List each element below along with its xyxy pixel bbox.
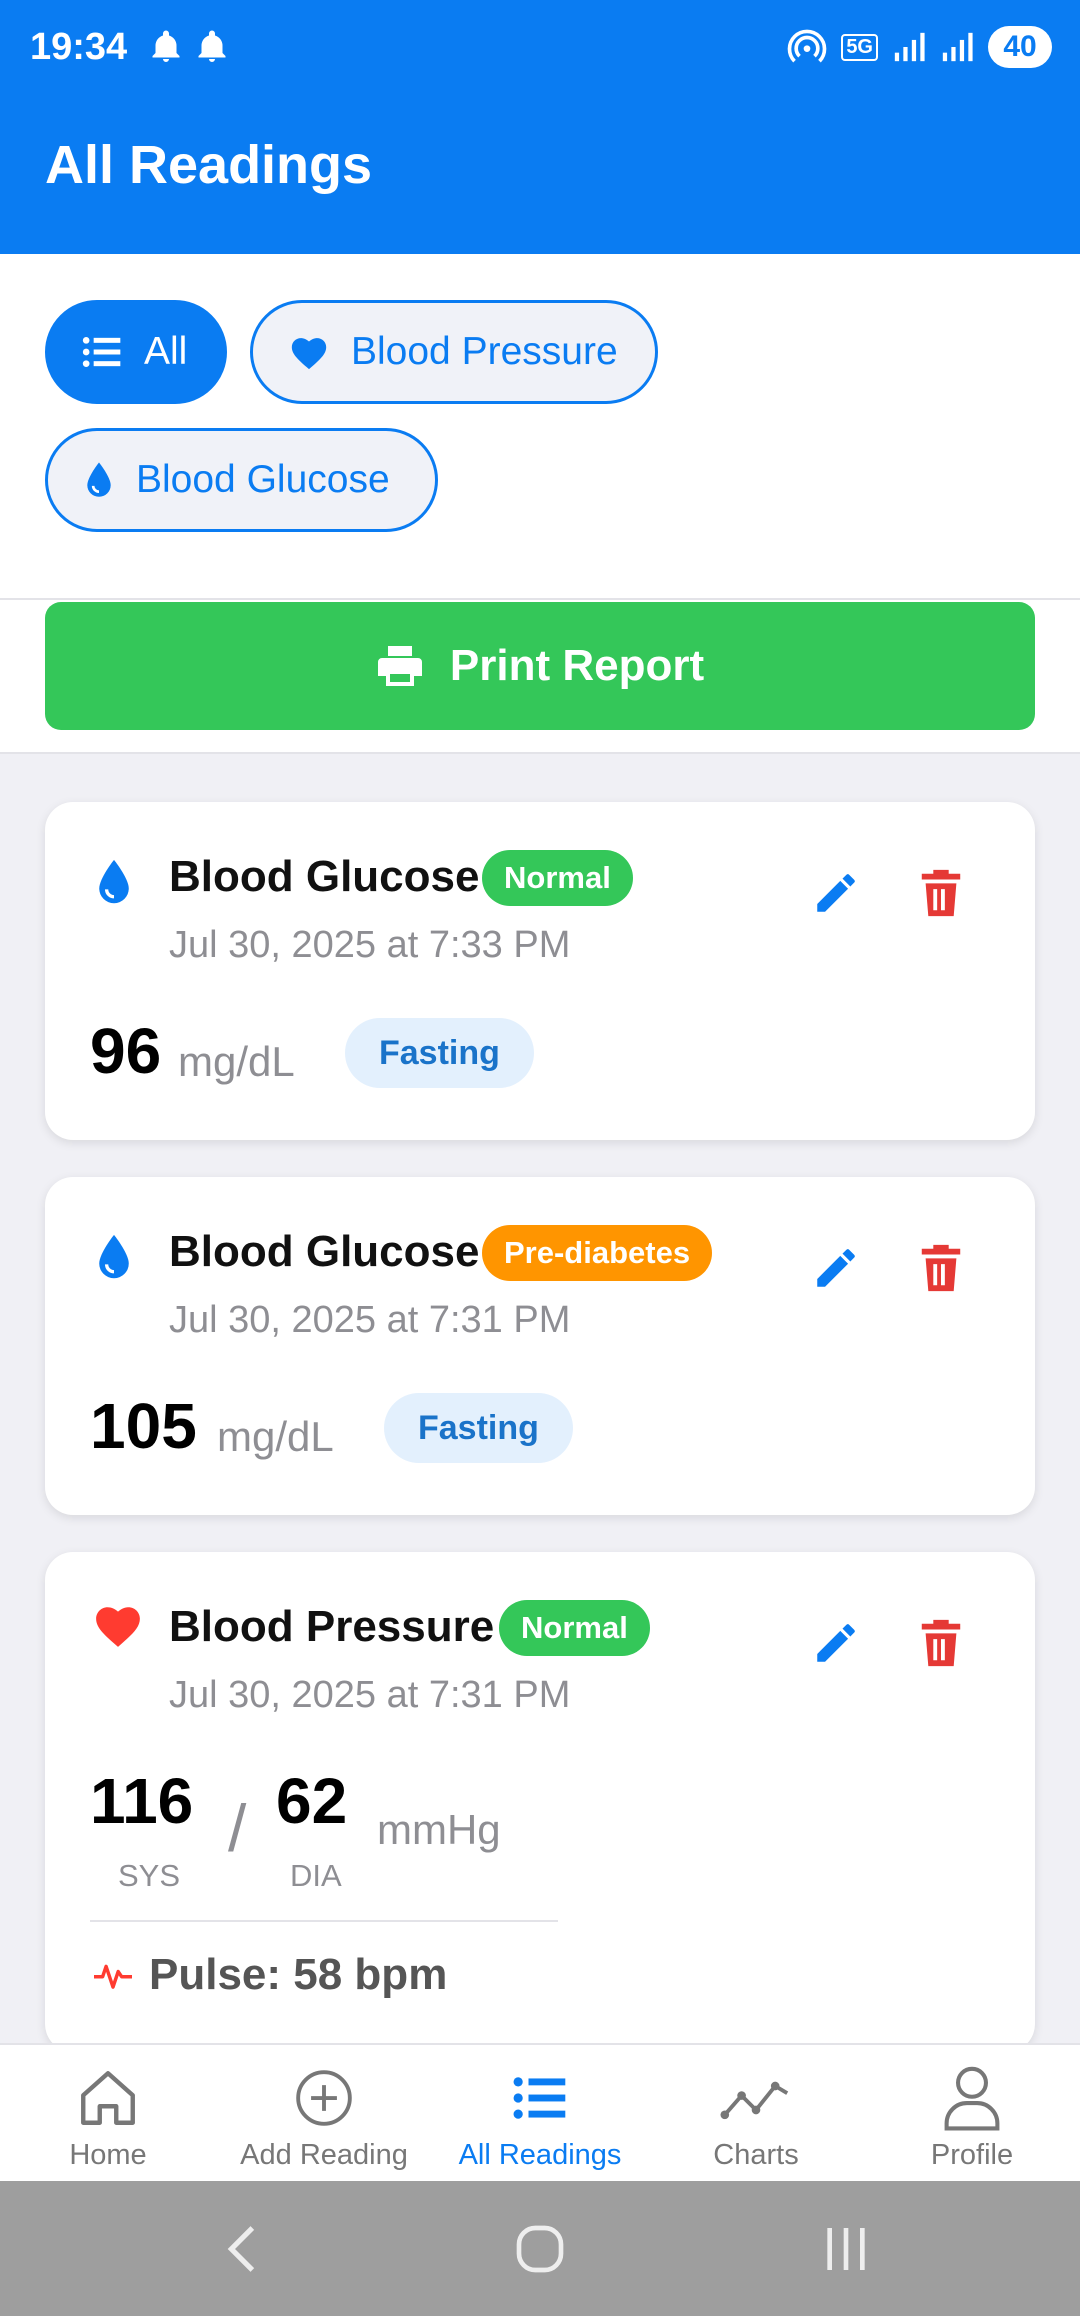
nav-label: Profile xyxy=(930,2139,1014,2171)
status-badge: Normal xyxy=(499,1600,650,1656)
list-icon xyxy=(82,337,121,367)
drop-icon xyxy=(99,859,129,904)
edit-icon[interactable] xyxy=(811,1618,861,1668)
person-icon xyxy=(944,2066,1000,2131)
nav-label: Home xyxy=(69,2139,147,2171)
filter-chip-blood-glucose[interactable]: Blood Glucose xyxy=(45,428,438,532)
reading-date: Jul 30, 2025 at 7:33 PM xyxy=(169,924,571,966)
drop-icon xyxy=(99,1234,129,1279)
reading-date: Jul 30, 2025 at 7:31 PM xyxy=(169,1674,571,1716)
filter-chip-label: Blood Pressure xyxy=(351,330,618,373)
reading-type: Blood Pressure xyxy=(169,1602,495,1651)
home-circle-icon[interactable] xyxy=(512,2221,568,2277)
reading-unit: mmHg xyxy=(377,1806,501,1853)
edit-icon[interactable] xyxy=(811,1243,861,1293)
systolic-label: SYS xyxy=(118,1858,181,1893)
nav-item-profile[interactable]: Profile xyxy=(864,2045,1080,2183)
filter-chip-all[interactable]: All xyxy=(45,300,227,404)
page-title: All Readings xyxy=(45,135,373,195)
system-nav-bar xyxy=(0,2181,1080,2316)
heart-icon xyxy=(96,1607,140,1647)
network-type: 5G xyxy=(841,33,878,61)
reading-value: 96 xyxy=(90,1015,162,1087)
nav-item-home[interactable]: Home xyxy=(0,2045,216,2183)
systolic-value: 116 xyxy=(90,1765,194,1837)
pulse-text: Pulse: 58 bpm xyxy=(149,1950,448,1999)
reading-card[interactable]: Blood Pressure Normal Jul 30, 2025 at 7:… xyxy=(45,1552,1035,2052)
drop-icon xyxy=(87,462,111,497)
print-report-button[interactable]: Print Report xyxy=(45,602,1035,730)
trash-icon[interactable] xyxy=(919,1618,963,1668)
trash-icon[interactable] xyxy=(919,1243,963,1293)
list-icon xyxy=(513,2077,566,2119)
nav-item-add-reading[interactable]: Add Reading xyxy=(216,2045,432,2183)
alarm-icons xyxy=(148,28,230,66)
print-section: Print Report xyxy=(0,600,1080,754)
bottom-nav: Home Add Reading All Readings Charts Pro… xyxy=(0,2043,1080,2181)
heart-icon xyxy=(291,338,327,370)
recents-icon[interactable] xyxy=(818,2221,874,2277)
printer-icon xyxy=(377,646,422,686)
reading-value: 105 xyxy=(90,1390,197,1462)
reading-date: Jul 30, 2025 at 7:31 PM xyxy=(169,1299,571,1341)
add-circle-icon xyxy=(296,2070,352,2126)
status-badge: Pre-diabetes xyxy=(482,1225,713,1281)
nav-item-all-readings[interactable]: All Readings xyxy=(432,2045,648,2183)
nav-label: All Readings xyxy=(458,2139,622,2171)
reading-card[interactable]: Blood Glucose Normal Jul 30, 2025 at 7:3… xyxy=(45,802,1035,1140)
nav-label: Add Reading xyxy=(240,2139,408,2171)
reading-type: Blood Glucose xyxy=(169,1227,480,1276)
reading-unit: mg/dL xyxy=(217,1413,334,1460)
edit-icon[interactable] xyxy=(811,868,861,918)
divider xyxy=(90,1920,558,1922)
hotspot-icon xyxy=(787,29,827,63)
filter-chip-label: All xyxy=(144,330,188,373)
status-badge: Normal xyxy=(482,850,633,906)
reading-type: Blood Glucose xyxy=(169,852,480,901)
filter-chip-label: Blood Glucose xyxy=(136,458,390,501)
battery-level: 40 xyxy=(988,26,1052,68)
meal-tag: Fasting xyxy=(345,1018,534,1088)
filter-bar: All Blood Pressure Blood Glucose xyxy=(0,254,1080,600)
filter-chip-blood-pressure[interactable]: Blood Pressure xyxy=(250,300,658,404)
trash-icon[interactable] xyxy=(919,868,963,918)
alarm-bell-icon xyxy=(198,30,226,62)
nav-label: Charts xyxy=(713,2139,799,2171)
reading-unit: mg/dL xyxy=(178,1038,295,1085)
bp-separator: / xyxy=(228,1791,247,1865)
print-report-label: Print Report xyxy=(449,641,705,690)
app-header: 19:34 5G 40 All Readings xyxy=(0,0,1080,254)
nav-item-charts[interactable]: Charts xyxy=(648,2045,864,2183)
meal-tag: Fasting xyxy=(384,1393,573,1463)
home-icon xyxy=(81,2071,135,2125)
status-right: 5G 40 xyxy=(787,26,1052,68)
chart-line-icon xyxy=(720,2081,789,2120)
back-icon[interactable] xyxy=(218,2221,268,2277)
signal-icon xyxy=(942,32,973,62)
status-time: 19:34 xyxy=(30,26,128,68)
pulse-icon xyxy=(94,1964,132,1989)
diastolic-label: DIA xyxy=(290,1858,342,1893)
signal-icon xyxy=(894,32,925,62)
diastolic-value: 62 xyxy=(276,1765,348,1837)
alarm-bell-icon xyxy=(152,30,180,62)
status-bar: 19:34 5G 40 xyxy=(0,0,1080,96)
reading-card[interactable]: Blood Glucose Pre-diabetes Jul 30, 2025 … xyxy=(45,1177,1035,1515)
